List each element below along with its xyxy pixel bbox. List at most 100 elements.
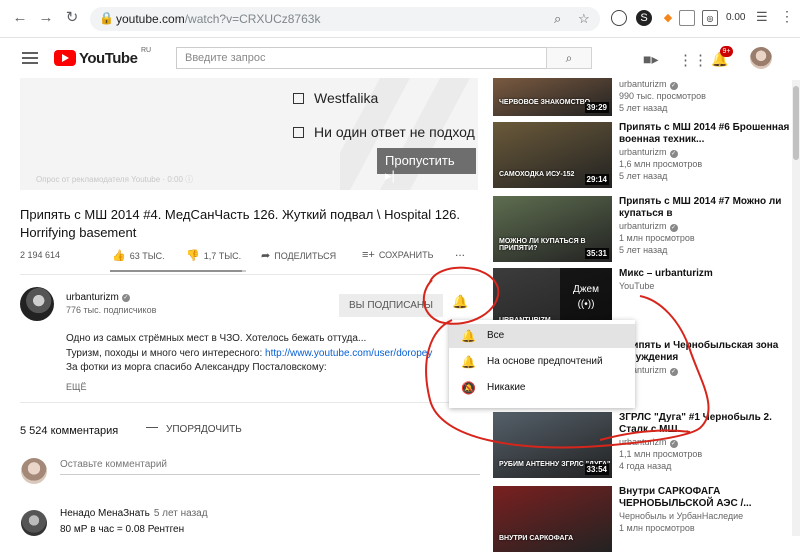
thumbnail-caption: ВНУТРИ САРКОФАГА — [499, 535, 574, 542]
checkbox-icon[interactable] — [293, 127, 304, 138]
subscriber-count: 776 тыс. подписчиков — [66, 305, 157, 315]
share-button[interactable]: ➦ ПОДЕЛИТЬСЯ — [261, 249, 336, 262]
playlist-add-icon: ≡+ — [362, 249, 375, 261]
thumbnail-caption: САМОХОДКА ИСУ-152 — [499, 171, 575, 178]
sort-comments-button[interactable]: УПОРЯДОЧИТЬ — [146, 424, 242, 435]
related-video-views: 1 млн просмотров — [619, 233, 695, 243]
menu-icon[interactable] — [22, 52, 38, 64]
extension-box-icon[interactable] — [679, 10, 695, 26]
related-video-title[interactable]: Микс – urbanturizm — [619, 268, 799, 280]
more-actions-button[interactable]: ... — [455, 245, 465, 259]
related-video-item[interactable]: МОЖНО ЛИ КУПАТЬСЯ В ПРИПЯТИ? 35:31 Припять… — [493, 196, 800, 266]
user-avatar[interactable] — [750, 47, 772, 69]
like-button[interactable]: 👍 63 ТЫС. — [112, 249, 165, 262]
related-video-channel[interactable]: urbanturizm ✓ — [619, 146, 678, 158]
video-thumbnail[interactable]: ВНУТРИ САРКОФАГА — [493, 486, 612, 552]
related-video-views: 1 млн просмотров — [619, 523, 695, 533]
menu-item-all[interactable]: 🔔 Все — [449, 324, 635, 348]
verified-icon: ✓ — [669, 440, 678, 448]
channel-avatar[interactable] — [20, 287, 54, 321]
create-video-icon[interactable]: ■▸ — [643, 51, 658, 68]
video-duration: 29:14 — [584, 174, 609, 185]
channel-name[interactable]: urbanturizm ✓ — [66, 292, 130, 303]
extension-cube-icon[interactable] — [611, 10, 627, 26]
verified-icon: ✓ — [669, 224, 678, 232]
star-icon[interactable]: ☆ — [578, 11, 590, 27]
video-thumbnail[interactable]: РУБИМ АНТЕННУ ЗГРЛС "ДУГА" 33:54 — [493, 412, 612, 478]
wallet-icon[interactable]: ◎ — [702, 10, 718, 26]
notification-settings-menu: 🔔 Все 🔔 На основе предпочтений 🔕 Никакие — [449, 320, 635, 408]
related-video-channel[interactable]: urbanturizm ✓ — [619, 220, 678, 232]
related-video-item[interactable]: ВНУТРИ САРКОФАГА Внутри САРКОФАГА ЧЕРНОБЫ… — [493, 486, 800, 556]
apps-grid-icon[interactable]: ⋮⋮ — [678, 51, 708, 69]
scrollbar-thumb[interactable] — [793, 86, 799, 160]
comment-count: 5 524 комментария — [20, 425, 119, 437]
search-input[interactable]: Введите запрос — [176, 47, 546, 69]
search-button[interactable]: ⌕ — [546, 47, 592, 69]
comment-author-avatar[interactable] — [21, 510, 47, 536]
checkbox-icon[interactable] — [293, 93, 304, 104]
description-link[interactable]: http://www.youtube.com/user/doropey — [265, 348, 432, 359]
menu-item-none[interactable]: 🔕 Никакие — [449, 376, 635, 400]
reload-icon[interactable]: ↻ — [62, 8, 82, 28]
metamask-icon[interactable]: ◆ — [660, 10, 676, 26]
save-button[interactable]: ≡+ СОХРАНИТЬ — [362, 249, 434, 261]
url-text: youtube.com/watch?v=CRXUCz8763k — [116, 12, 321, 26]
related-video-views: 1,1 млн просмотров — [619, 449, 703, 459]
related-video-title[interactable]: ЗГРЛС "Дуга" #1 Чернобыль 2. Сталк с МШ.… — [619, 412, 799, 436]
video-thumbnail[interactable]: САМОХОДКА ИСУ-152 29:14 — [493, 122, 612, 188]
related-video-title[interactable]: Припять и Чернобыльская зона отчуждения — [619, 340, 799, 364]
related-video-channel[interactable]: YouTube — [619, 280, 654, 292]
menu-item-personalized[interactable]: 🔔 На основе предпочтений — [449, 350, 635, 374]
skip-ad-button[interactable]: Пропустить ▸| — [377, 148, 476, 183]
related-video-channel[interactable]: Чернобыль и УрбанНаследие — [619, 510, 743, 522]
notification-bell-button[interactable]: 🔔 — [452, 294, 468, 310]
video-duration: 39:29 — [584, 102, 609, 113]
related-video-item[interactable]: РУБИМ АНТЕННУ ЗГРЛС "ДУГА" 33:54 ЗГРЛС "Ду… — [493, 412, 800, 482]
comment-author[interactable]: Ненадо МенаЗнать 5 лет назад — [60, 508, 208, 519]
back-icon[interactable]: ← — [10, 8, 30, 28]
like-ratio-fill — [110, 270, 242, 272]
youtube-header: YouTube RU Введите запрос ⌕ ■▸ ⋮⋮ 🔔 9+ — [0, 38, 800, 78]
wallet-amount: 0.00 — [726, 12, 746, 23]
related-video-channel[interactable]: urbanturizm ✓ — [619, 436, 678, 448]
bell-ring-icon: 🔔 — [461, 329, 476, 343]
radio-mix-icon: ((•)) — [577, 299, 595, 310]
related-video-age: 5 лет назад — [619, 171, 668, 181]
bell-ring-icon: 🔔 — [452, 294, 469, 309]
related-video-item[interactable]: САМОХОДКА ИСУ-152 29:14 Припять с МШ 2014 … — [493, 122, 800, 192]
video-player[interactable]: Westfalika Ни один ответ не подход Пропу… — [20, 78, 478, 190]
related-video-views: 990 тыс. просмотров — [619, 91, 706, 101]
video-thumbnail[interactable]: МОЖНО ЛИ КУПАТЬСЯ В ПРИПЯТИ? 35:31 — [493, 196, 612, 262]
search-icon[interactable]: ⌕ — [554, 11, 561, 27]
subscribed-button[interactable]: ВЫ ПОДПИСАНЫ — [339, 294, 443, 317]
video-thumbnail[interactable]: ЧЕРВОВОЕ ЗНАКОМСТВО 39:29 — [493, 78, 612, 116]
extension-s-icon[interactable]: S — [636, 10, 652, 26]
mix-label: Джем — [573, 284, 599, 295]
comment-text: 80 мР в час = 0.08 Рентген — [60, 524, 185, 535]
related-video-title[interactable]: Припять с МШ 2014 #6 Брошенная военная т… — [619, 122, 799, 146]
survey-option-2[interactable]: Ни один ответ не подход — [293, 124, 475, 140]
extension-list-icon[interactable]: ☰ — [756, 9, 768, 25]
browser-menu-icon[interactable]: ⋮ — [780, 8, 794, 25]
view-count: 2 194 614 — [20, 250, 61, 260]
verified-icon: ✓ — [669, 368, 678, 376]
address-bar[interactable]: 🔒 youtube.com/watch?v=CRXUCz8763k ⌕ ☆ — [90, 7, 600, 31]
dislike-button[interactable]: 👎 1,7 ТЫС. — [186, 249, 241, 262]
notification-badge: 9+ — [720, 46, 733, 57]
comment-time: 5 лет назад — [153, 508, 208, 519]
thumbnail-caption: ЧЕРВОВОЕ ЗНАКОМСТВО — [499, 99, 591, 106]
show-more-button[interactable]: ЕЩЁ — [66, 382, 86, 392]
forward-icon[interactable]: → — [36, 8, 56, 28]
browser-toolbar: ← → ↻ 🔒 youtube.com/watch?v=CRXUCz8763k … — [0, 0, 800, 38]
verified-icon: ✓ — [121, 294, 130, 302]
related-video-title[interactable]: Припять с МШ 2014 #7 Можно ли купаться в — [619, 196, 799, 220]
add-comment-input[interactable]: Оставьте комментарий — [60, 459, 167, 470]
related-video-title[interactable]: Внутри САРКОФАГА ЧЕРНОБЫЛЬСКОЙ АЭС /... — [619, 486, 799, 510]
description-line: За фотки из морга спасибо Александру Пос… — [66, 362, 327, 373]
bell-off-icon: 🔕 — [461, 381, 476, 395]
survey-option-1[interactable]: Westfalika — [293, 90, 378, 106]
related-video-channel[interactable]: urbanturizm ✓ — [619, 78, 678, 90]
video-duration: 33:54 — [584, 464, 609, 475]
share-icon: ➦ — [261, 250, 271, 262]
